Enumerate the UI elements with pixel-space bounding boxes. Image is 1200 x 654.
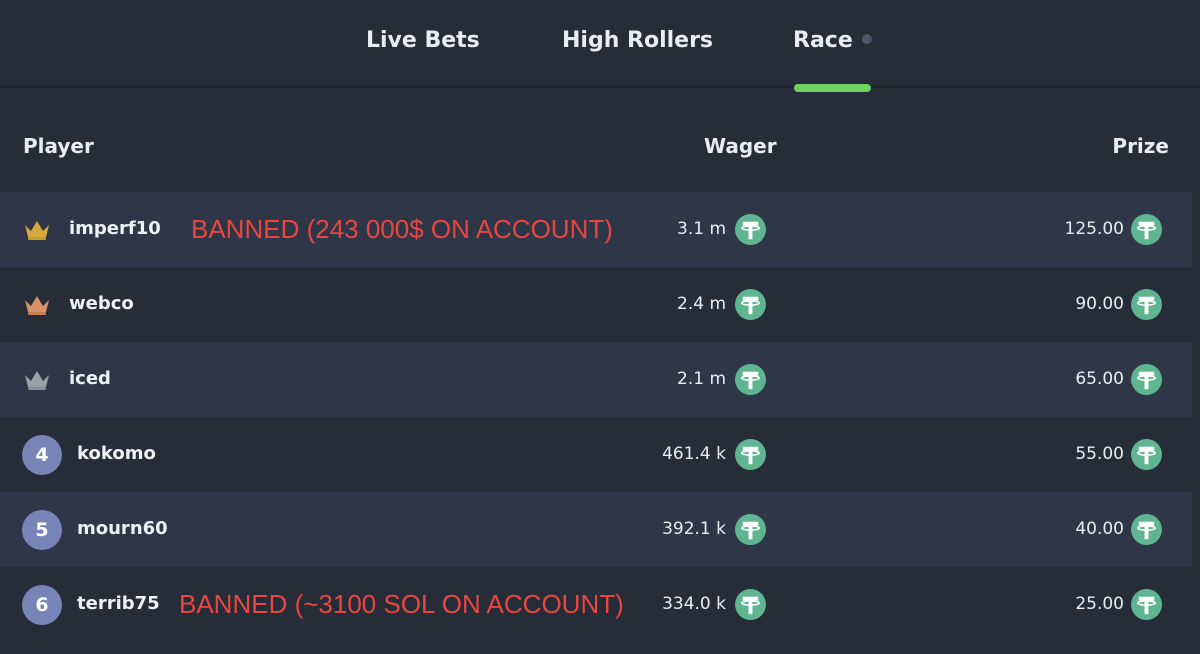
header-prize: Prize	[1112, 134, 1169, 158]
wager-value: 3.1 m	[677, 219, 726, 239]
race-tabs: Live Bets High Rollers Race	[0, 0, 1200, 88]
prize-value: 25.00	[1075, 594, 1124, 614]
prize-value: 125.00	[1064, 219, 1124, 239]
player-name[interactable]: terrib75	[77, 593, 160, 614]
prize-value: 40.00	[1075, 519, 1124, 539]
table-header: Player Wager Prize	[0, 120, 1200, 176]
header-player: Player	[23, 134, 94, 158]
table-row: webco 2.4 m 90.00	[0, 267, 1192, 342]
header-wager: Wager	[704, 134, 777, 158]
live-indicator-dot	[861, 34, 872, 44]
table-row: 6 terrib75 BANNED (~3100 SOL ON ACCOUNT)…	[0, 567, 1192, 642]
tether-usdt-icon	[735, 439, 766, 470]
banned-note: BANNED (243 000$ ON ACCOUNT)	[191, 214, 613, 244]
prize-value: 65.00	[1075, 369, 1124, 389]
tether-usdt-icon	[735, 214, 766, 245]
gold-crown-icon	[25, 221, 49, 240]
tether-usdt-icon	[1131, 439, 1162, 470]
leaderboard-table: imperf10 BANNED (243 000$ ON ACCOUNT) 3.…	[0, 192, 1200, 642]
rank-badge: 4	[22, 435, 62, 475]
tether-usdt-icon	[735, 364, 766, 395]
tab-high-rollers[interactable]: High Rollers	[562, 28, 713, 53]
prize-value: 90.00	[1075, 294, 1124, 314]
tether-usdt-icon	[1131, 289, 1162, 320]
tether-usdt-icon	[735, 289, 766, 320]
tether-usdt-icon	[1131, 214, 1162, 245]
tether-usdt-icon	[735, 514, 766, 545]
player-name[interactable]: mourn60	[77, 518, 168, 539]
table-row: 5 mourn60 392.1 k 40.00	[0, 492, 1192, 567]
rank-badge: 5	[22, 510, 62, 550]
tether-usdt-icon	[1131, 364, 1162, 395]
wager-value: 2.4 m	[677, 294, 726, 314]
player-name[interactable]: kokomo	[77, 443, 156, 464]
prize-value: 55.00	[1075, 444, 1124, 464]
banned-note: BANNED (~3100 SOL ON ACCOUNT)	[179, 589, 624, 619]
tab-race-label: Race	[793, 28, 853, 53]
tether-usdt-icon	[735, 589, 766, 620]
active-tab-underline	[794, 84, 871, 92]
tab-live-bets[interactable]: Live Bets	[366, 28, 480, 53]
wager-value: 461.4 k	[662, 444, 726, 464]
player-name[interactable]: webco	[69, 293, 134, 314]
tab-race[interactable]: Race	[793, 28, 872, 53]
player-name[interactable]: imperf10	[69, 218, 161, 239]
tether-usdt-icon	[1131, 589, 1162, 620]
bronze-crown-icon	[25, 296, 49, 315]
table-row: iced 2.1 m 65.00	[0, 342, 1192, 417]
tether-usdt-icon	[1131, 514, 1162, 545]
wager-value: 392.1 k	[662, 519, 726, 539]
silver-crown-icon	[25, 371, 49, 390]
table-row: 4 kokomo 461.4 k 55.00	[0, 417, 1192, 492]
wager-value: 334.0 k	[662, 594, 726, 614]
player-name[interactable]: iced	[69, 368, 111, 389]
table-row: imperf10 BANNED (243 000$ ON ACCOUNT) 3.…	[0, 192, 1192, 267]
rank-badge: 6	[22, 585, 62, 625]
wager-value: 2.1 m	[677, 369, 726, 389]
